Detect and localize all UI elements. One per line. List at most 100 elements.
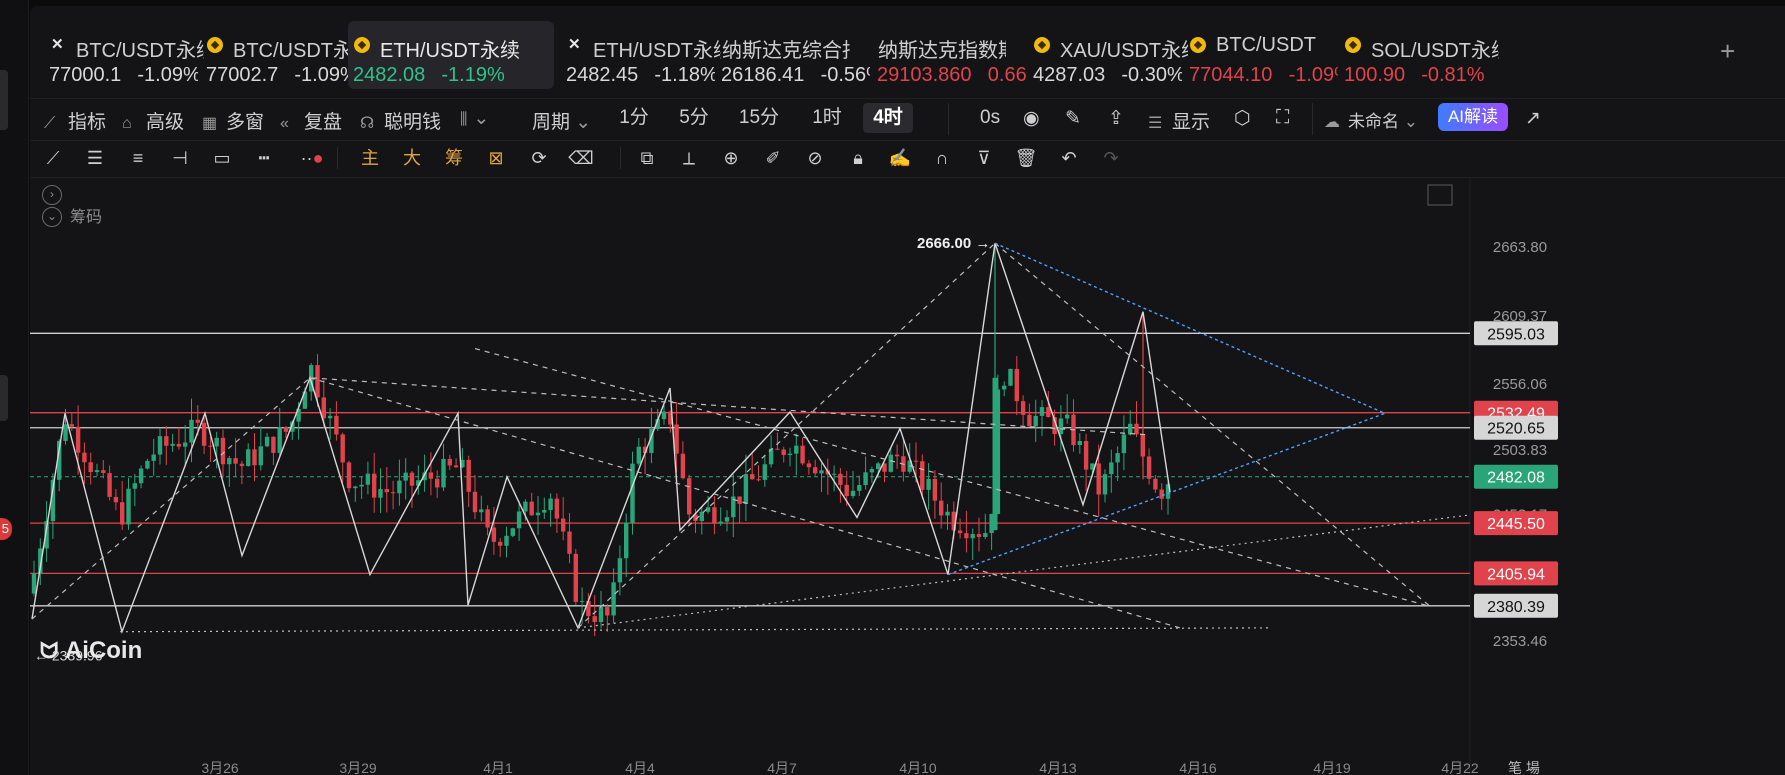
pen-icon[interactable]: ✎ <box>1065 107 1081 130</box>
parallel-channel-icon[interactable]: ☰ <box>82 145 108 171</box>
ticker-tab[interactable]: BTC/USDT永续77000.1 -1.09% <box>48 21 204 89</box>
pattern-icon[interactable]: ⊠ <box>483 145 509 171</box>
collapse-chips-icon[interactable]: ⌄ <box>42 207 62 227</box>
okx-icon <box>50 35 66 53</box>
trash-icon[interactable]: 🗑︎ <box>1013 145 1039 171</box>
timeframe-5m[interactable]: 5分 <box>672 103 716 133</box>
redo-icon[interactable]: ↷ <box>1098 145 1124 171</box>
ruler-icon[interactable]: ⟂ <box>676 145 702 171</box>
magnet-icon[interactable]: ∩ <box>929 145 955 171</box>
price-axis-label: 2663.80 <box>1493 239 1547 256</box>
aicoin-logo: ᗢ AiCoin <box>40 637 142 665</box>
ticker-tab[interactable]: XAU/USDT永续 4287.03 -0.30% <box>1032 21 1188 89</box>
grid-icon: ▦ <box>202 115 218 132</box>
multi-window-button[interactable]: ▦ 多窗 <box>202 107 264 134</box>
ticker-tab[interactable]: BTC/USDT 77044.10 -1.09% <box>1188 21 1338 89</box>
large-order-button[interactable]: 大 <box>399 145 425 171</box>
candle-body <box>932 478 938 501</box>
candle-body <box>680 453 686 479</box>
ticker-name: BTC/USDT永续 <box>76 40 204 62</box>
candle-body <box>1083 441 1089 470</box>
candle-body <box>151 454 156 461</box>
dotted-support-line[interactable] <box>577 514 1471 629</box>
chart-canvas[interactable]: 2663.802609.372556.062503.832453.172353.… <box>30 177 1785 775</box>
eraser-icon[interactable]: ⌫ <box>568 145 594 171</box>
layout-dropdown[interactable]: ☁ 未命名 ⌄ <box>1324 107 1418 132</box>
timeframe-15m[interactable]: 15分 <box>732 103 786 133</box>
timeframe-4h[interactable]: 4时 <box>863 103 913 133</box>
add-ticker-button[interactable]: + <box>1720 36 1735 67</box>
price-chart[interactable]: 2663.802609.372556.062503.832453.172353.… <box>30 177 1785 775</box>
ticker-change: 0.66% <box>987 64 1026 86</box>
ticker-tab[interactable]: 纳斯达克指数期…29103.860 0.66% <box>876 21 1026 89</box>
display-button[interactable]: ☰ 显示 <box>1148 107 1210 134</box>
dotted-support-line[interactable] <box>119 627 1271 633</box>
main-chart-button[interactable]: 主 <box>357 145 383 171</box>
horizontal-lines-icon[interactable]: ≡ <box>125 145 151 171</box>
date-axis-label: 4月13 <box>1039 760 1077 775</box>
dashed-trend-line[interactable] <box>577 242 996 629</box>
camera-icon[interactable]: ◉ <box>1023 107 1040 130</box>
ticker-name: BTC/USDT <box>1216 34 1316 56</box>
zoom-in-icon[interactable]: ⊕ <box>718 145 744 171</box>
timeframe-1m[interactable]: 1分 <box>612 103 656 133</box>
candle-body <box>189 419 194 443</box>
edit-list-icon[interactable]: ✍ <box>887 145 913 171</box>
rectangle-icon[interactable]: ▭ <box>209 145 235 171</box>
candle-body <box>970 534 975 539</box>
lock-icon[interactable]: 🔒︎ <box>845 145 871 171</box>
candle-body <box>75 426 81 453</box>
notification-badge[interactable]: 5 <box>0 518 12 540</box>
candle-body <box>504 535 509 546</box>
candle-body <box>120 502 125 525</box>
ticker-tab[interactable]: ETH/USDT永续2482.45 -1.18% <box>565 21 721 89</box>
trend-line-icon[interactable]: ⟋ <box>40 145 66 171</box>
candle-body <box>384 489 389 493</box>
ticker-tab[interactable]: 纳斯达克综合指数26186.41 -0.56% <box>720 21 870 89</box>
candle-body <box>220 437 226 465</box>
ai-analysis-button[interactable]: AI解读 <box>1438 103 1508 131</box>
candle-body <box>428 472 434 479</box>
toolbar-divider <box>620 147 621 169</box>
expand-panel-icon[interactable]: › <box>42 185 62 205</box>
ticker-tab[interactable]: SOL/USDT永续 100.90 -0.81% <box>1343 21 1499 89</box>
left-sidebar-strip: 5 <box>0 0 29 775</box>
candle-body <box>592 616 597 623</box>
horizontal-ray-icon[interactable]: ⊣ <box>167 145 193 171</box>
undo-icon[interactable]: ↶ <box>1056 145 1082 171</box>
more-tools-icon[interactable]: ··● <box>294 145 330 171</box>
candle-body <box>800 445 805 464</box>
indicators-button[interactable]: ⟋ 指标 <box>44 107 106 134</box>
replay-button[interactable]: « 复盘 <box>280 107 342 134</box>
candle-body <box>327 415 333 419</box>
sync-icon[interactable]: ⟳ <box>526 145 552 171</box>
hide-drawings-icon[interactable]: ⊘ <box>802 145 828 171</box>
fullscreen-icon[interactable]: ⛶ <box>1276 107 1289 129</box>
period-dropdown[interactable]: 周期 ⌄ <box>532 107 591 134</box>
dashed-trend-line[interactable] <box>31 377 1151 620</box>
advanced-button[interactable]: ⌂ 高级 <box>122 107 184 134</box>
chips-button[interactable]: 筹 <box>441 145 467 171</box>
timeframe-1h[interactable]: 1时 <box>802 103 852 133</box>
candle-body <box>31 573 37 594</box>
share-icon[interactable]: ⇪ <box>1108 107 1124 130</box>
filter-icon[interactable]: ⊽ <box>971 145 997 171</box>
candle-body <box>1159 489 1164 499</box>
brush-icon[interactable]: ✐ <box>760 145 786 171</box>
triangle-resistance-line[interactable] <box>994 242 1386 414</box>
sidebar-collapse-handle[interactable] <box>0 375 8 421</box>
sidebar-tab[interactable] <box>0 70 8 130</box>
settings-icon[interactable]: ⬡ <box>1234 107 1251 130</box>
maximize-icon[interactable] <box>1427 184 1453 206</box>
external-share-icon[interactable]: ↗ <box>1525 107 1541 130</box>
axis-corner-label[interactable]: 笔 場 <box>1508 760 1540 775</box>
chart-type-dropdown[interactable]: ⫼ ⌄ <box>460 107 489 130</box>
toolbar-divider <box>948 103 949 135</box>
ticker-tab[interactable]: BTC/USDT永续 77002.7 -1.09% <box>205 21 361 89</box>
ticker-tab[interactable]: ETH/USDT永续 2482.08 -1.19% <box>348 21 554 89</box>
candle-body <box>945 511 950 516</box>
copy-icon[interactable]: ⧉ <box>634 145 660 171</box>
chart-toolbar: ⟋ 指标 ⌂ 高级 ▦ 多窗 «复盘 ☊ 聪明钱 ⫼ ⌄ 周期 ⌄ 1分 5分 15分 1… <box>30 98 1785 139</box>
smart-money-button[interactable]: ☊ 聪明钱 <box>360 107 441 134</box>
measure-icon[interactable]: ┅ <box>251 145 277 171</box>
